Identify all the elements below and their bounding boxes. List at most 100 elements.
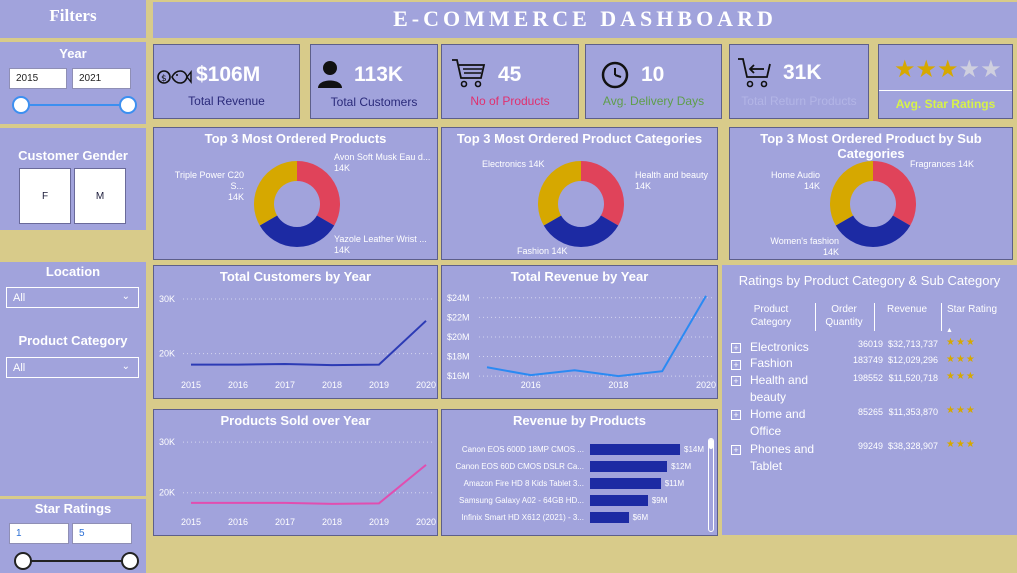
donut-slice-2[interactable]	[259, 214, 335, 247]
donut-slice-3[interactable]	[254, 161, 298, 226]
donut-label: Health and beauty 14K	[635, 170, 709, 191]
donut-label: Triple Power C20 S... 14K	[174, 170, 244, 202]
x-tick-label: 2016	[521, 380, 541, 390]
scrollbar[interactable]	[708, 438, 714, 532]
location-category-filter: Location All ⌄ Product Category All ⌄	[0, 262, 146, 496]
bar[interactable]	[590, 495, 648, 506]
dashboard-header: E-COMMERCE DASHBOARD	[153, 2, 1017, 38]
expand-icon[interactable]: +	[731, 343, 741, 353]
stars-to-input[interactable]: 5	[72, 523, 132, 544]
qty-cell: 99249	[857, 441, 883, 451]
bar-category-label: Amazon Fire HD 8 Kids Tablet 3...	[463, 479, 584, 488]
col-product-category[interactable]: Product Category	[742, 303, 800, 329]
year-from-input[interactable]: 2015	[9, 68, 67, 89]
revenue-cell: $12,029,296	[887, 355, 938, 365]
bar[interactable]	[590, 461, 668, 472]
category-cell: Fashion	[750, 356, 793, 370]
y-tick-label: $20M	[447, 332, 470, 342]
series-line[interactable]	[486, 295, 707, 378]
bar[interactable]	[590, 444, 680, 455]
category-cell: Phones and Tablet	[750, 442, 815, 473]
series-line[interactable]	[191, 464, 427, 505]
donut-slice-2[interactable]	[543, 214, 619, 247]
expand-icon[interactable]: +	[731, 410, 741, 420]
bar[interactable]	[590, 478, 661, 489]
x-tick-label: 2018	[322, 517, 342, 527]
year-slider-min-handle[interactable]	[12, 96, 30, 114]
chart-title: Top 3 Most Ordered Products	[204, 131, 387, 146]
bar-category-label: Canon EOS 600D 18MP CMOS ...	[461, 445, 584, 454]
donut-label: Fragrances 14K	[910, 159, 975, 169]
kpi-label: No of Products	[470, 94, 550, 108]
kpi-label: Total Revenue	[188, 94, 265, 108]
donut-label: Fashion 14K	[517, 246, 568, 256]
donut-slice-1[interactable]	[296, 161, 340, 226]
x-tick-label: 2020	[416, 517, 436, 527]
donut-slice-1[interactable]	[580, 161, 624, 226]
kpi-total-revenue: $ $106M Total Revenue	[153, 44, 300, 119]
kpi-value: 45	[498, 63, 522, 86]
stars-slider-track[interactable]	[22, 560, 128, 562]
col-order-quantity[interactable]: Order Quantity	[819, 303, 869, 329]
filters-header: Filters	[0, 0, 146, 38]
expand-icon[interactable]: +	[731, 376, 741, 386]
donut-label: Yazole Leather Wrist ... 14K	[334, 234, 427, 255]
qty-cell: 85265	[857, 407, 883, 417]
category-cell: Home and Office	[750, 407, 806, 438]
year-slider-max-handle[interactable]	[119, 96, 137, 114]
clock-icon	[601, 61, 629, 89]
series-line[interactable]	[191, 320, 427, 367]
location-dropdown[interactable]: All ⌄	[6, 287, 139, 308]
bar-category-label: Samsung Galaxy A02 - 64GB HD...	[459, 496, 584, 505]
gender-m-button[interactable]: M	[74, 168, 126, 224]
x-tick-label: 2018	[322, 380, 342, 390]
star-rating-cell: ★★★	[946, 354, 976, 365]
bar-value-label: $12M	[671, 462, 692, 471]
bar-chart: Canon EOS 600D 18MP CMOS ... $14M Canon EO…	[442, 410, 719, 537]
year-to-input[interactable]: 2021	[72, 68, 131, 89]
expand-icon[interactable]: +	[731, 445, 741, 455]
filters-title: Filters	[49, 6, 97, 25]
x-tick-label: 2015	[181, 517, 201, 527]
cart-icon	[452, 59, 486, 88]
donut-top-products: Top 3 Most Ordered Products Avon Soft Mu…	[153, 127, 438, 260]
star-rating-cell: ★★★	[946, 371, 976, 382]
donut-slice-3[interactable]	[538, 161, 582, 226]
kpi-label: Total Customers	[330, 95, 418, 109]
stars-slider-max-handle[interactable]	[121, 552, 139, 570]
year-slider-track[interactable]	[20, 104, 126, 106]
line-chart: 30K 20K 2015 2016 2017 2018 2019 2020	[159, 437, 436, 527]
donut-slice-1[interactable]	[872, 161, 916, 226]
x-tick-label: 2020	[416, 380, 436, 390]
donut-slice-2[interactable]	[835, 214, 911, 247]
donut-top-categories: Top 3 Most Ordered Product Categories He…	[441, 127, 718, 260]
kpi-no-of-products: 45 No of Products	[441, 44, 579, 119]
star-ratings-label: Star Ratings	[34, 501, 112, 516]
qty-cell: 36019	[857, 339, 883, 349]
ratings-table-panel: Ratings by Product Category & Sub Catego…	[722, 265, 1017, 535]
sort-icon: ▲	[946, 327, 953, 334]
bar[interactable]	[590, 512, 629, 523]
chart-products-sold-over-year: Products Sold over Year 30K 20K 2015 2016 20…	[153, 409, 438, 536]
line-chart: 30K 20K 2015 2016 2017 2018 2019 2020	[159, 294, 436, 390]
donut-label: Women's fashion 14K	[770, 236, 839, 257]
expand-icon[interactable]: +	[731, 360, 741, 370]
kpi-label: Total Return Products	[741, 94, 857, 108]
stars-slider-min-handle[interactable]	[14, 552, 32, 570]
col-revenue[interactable]: Revenue	[878, 303, 936, 316]
bar-value-label: $14M	[684, 445, 705, 454]
chart-title: Top 3 Most Ordered Product Categories	[456, 131, 703, 146]
scrollbar-thumb[interactable]	[709, 439, 713, 449]
chart-title: Top 3 Most Ordered Product by Sub Catego…	[760, 131, 982, 161]
donut-label: Home Audio 14K	[770, 170, 820, 191]
x-tick-label: 2016	[228, 380, 248, 390]
product-category-dropdown[interactable]: All ⌄	[6, 357, 139, 378]
col-star-rating[interactable]: Star Rating	[944, 303, 1000, 316]
stars-from-input[interactable]: 1	[9, 523, 69, 544]
chevron-down-icon: ⌄	[121, 361, 130, 372]
donut-slice-3[interactable]	[830, 161, 874, 226]
x-tick-label: 2015	[181, 380, 201, 390]
y-tick-label: $18M	[447, 352, 470, 362]
user-icon	[318, 61, 342, 88]
gender-f-button[interactable]: F	[19, 168, 71, 224]
